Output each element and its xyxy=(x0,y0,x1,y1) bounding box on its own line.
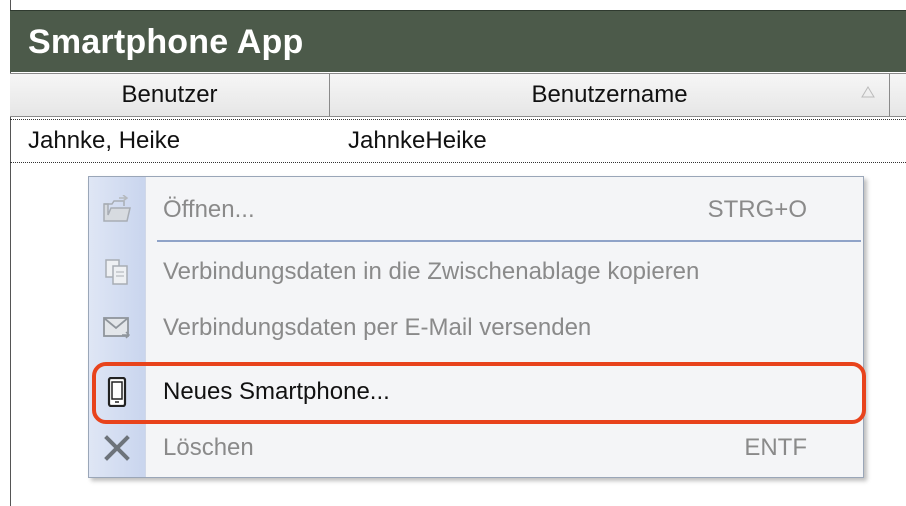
menu-item-shortcut: STRG+O xyxy=(707,196,807,223)
menu-item-label: Öffnen... xyxy=(163,196,255,223)
column-header-label: Benutzername xyxy=(531,81,688,108)
menu-item-copy-connection-data[interactable]: Verbindungsdaten in die Zwischenablage k… xyxy=(89,243,863,301)
menu-item-open[interactable]: Öffnen... STRG+O xyxy=(89,181,863,239)
sort-ascending-icon xyxy=(861,86,875,98)
menu-item-delete[interactable]: Löschen ENTF xyxy=(89,419,863,477)
delete-icon xyxy=(101,431,133,465)
column-header-benutzername[interactable]: Benutzername xyxy=(330,74,890,116)
menu-item-label: Verbindungsdaten per E-Mail versenden xyxy=(163,314,592,341)
context-menu: Öffnen... STRG+O Verbindungsdaten in die… xyxy=(88,176,864,478)
menu-item-email-connection-data[interactable]: Verbindungsdaten per E-Mail versenden xyxy=(89,299,863,357)
table-header: Benutzer Benutzername xyxy=(10,73,906,117)
menu-item-label: Löschen xyxy=(163,434,254,461)
menu-item-shortcut: ENTF xyxy=(744,434,807,461)
copy-icon xyxy=(101,255,133,289)
folder-open-icon xyxy=(101,193,133,227)
cell-benutzer: Jahnke, Heike xyxy=(28,127,181,154)
cell-benutzername: JahnkeHeike xyxy=(348,127,487,154)
column-header-benutzer[interactable]: Benutzer xyxy=(10,74,330,116)
table-row[interactable]: Jahnke, Heike JahnkeHeike xyxy=(10,119,906,163)
menu-separator xyxy=(157,240,861,242)
title-bar: Smartphone App xyxy=(10,10,906,72)
mail-icon xyxy=(101,311,133,345)
window-title: Smartphone App xyxy=(28,23,304,61)
highlight-annotation xyxy=(92,362,866,424)
menu-item-label: Verbindungsdaten in die Zwischenablage k… xyxy=(163,258,700,285)
